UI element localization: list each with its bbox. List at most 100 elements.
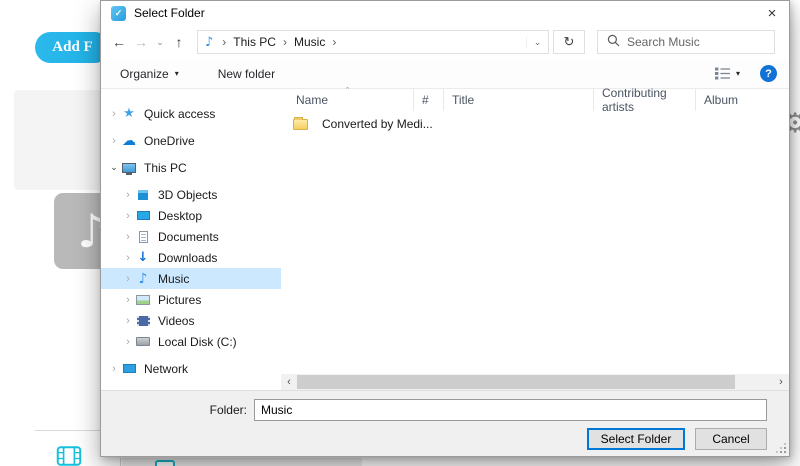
select-folder-dialog: ✓ Select Folder × ← → ⌄ ↑ ♪ › This PC › … [100, 0, 790, 457]
folder-field-label: Folder: [101, 403, 247, 417]
tree-item-documents[interactable]: › Documents [101, 226, 281, 247]
new-folder-button[interactable]: New folder [218, 67, 275, 81]
filmstrip-icon[interactable] [54, 446, 84, 466]
file-list-item-converted-folder[interactable]: Converted by Medi... [281, 114, 789, 134]
chevron-right-icon[interactable]: › [122, 273, 134, 285]
folder-name-input[interactable] [254, 399, 767, 421]
hard-disk-icon [134, 337, 152, 346]
organize-label: Organize [120, 67, 169, 81]
breadcrumb-separator-icon: › [276, 35, 294, 49]
back-button[interactable]: ← [109, 34, 129, 50]
search-input[interactable] [627, 35, 757, 49]
scrollbar-thumb[interactable] [297, 375, 735, 389]
tree-item-music[interactable]: › ♪ Music [101, 268, 281, 289]
tree-item-network[interactable]: › Network [101, 358, 281, 379]
address-bar[interactable]: ♪ › This PC › Music › ⌄ [197, 30, 549, 54]
chevron-down-icon: ▾ [175, 69, 179, 78]
file-item-label: Converted by Medi... [322, 117, 433, 131]
divider [120, 458, 121, 466]
address-dropdown-icon[interactable]: ⌄ [526, 37, 548, 48]
column-header-number[interactable]: # [414, 89, 444, 111]
tree-item-onedrive[interactable]: › ☁ OneDrive [101, 130, 281, 151]
tree-item-label: Downloads [158, 251, 217, 265]
add-files-button[interactable]: Add F [35, 32, 110, 63]
music-note-icon: ♪ [205, 35, 213, 50]
up-button[interactable]: ↑ [169, 34, 189, 50]
breadcrumb-separator-icon: › [215, 35, 233, 49]
network-icon [120, 364, 138, 373]
chevron-right-icon[interactable]: › [108, 108, 120, 120]
organize-menu[interactable]: Organize ▾ [120, 67, 179, 81]
tree-item-label: Network [144, 362, 188, 376]
app-check-icon: ✓ [111, 6, 126, 21]
sort-ascending-icon: ˆ [346, 86, 349, 96]
chevron-right-icon[interactable]: › [122, 189, 134, 201]
chevron-right-icon[interactable]: › [122, 231, 134, 243]
tree-item-label: 3D Objects [158, 188, 217, 202]
chevron-down-icon: ▾ [736, 69, 740, 78]
cancel-button[interactable]: Cancel [695, 428, 767, 450]
scroll-left-icon[interactable]: ‹ [281, 376, 297, 388]
forward-button[interactable]: → [131, 34, 151, 50]
folder-icon [291, 119, 309, 130]
column-header-album[interactable]: Album [696, 89, 791, 111]
close-icon[interactable]: × [755, 1, 789, 25]
chevron-right-icon[interactable]: › [108, 363, 120, 375]
tree-item-label: This PC [144, 161, 187, 175]
star-icon: ★ [120, 106, 138, 121]
media-thumbnail: ♪ [14, 90, 106, 190]
tree-item-quick-access[interactable]: › ★ Quick access [101, 103, 281, 124]
breadcrumb-this-pc[interactable]: This PC [233, 35, 276, 49]
tree-item-pictures[interactable]: › Pictures [101, 289, 281, 310]
navigation-bar: ← → ⌄ ↑ ♪ › This PC › Music › ⌄ ↻ [101, 25, 789, 59]
search-box [597, 30, 775, 54]
column-header-contributing-artists[interactable]: Contributing artists [594, 89, 696, 111]
breadcrumb-music[interactable]: Music [294, 35, 325, 49]
tree-item-desktop[interactable]: › Desktop [101, 205, 281, 226]
output-format-icon[interactable] [155, 460, 175, 466]
chevron-down-icon[interactable]: ⌄ [108, 162, 120, 173]
tree-item-label: Pictures [158, 293, 201, 307]
screen: Add F ♪ ⚙ ✓ Select Folder [0, 0, 800, 466]
horizontal-scrollbar[interactable]: ‹ › [281, 374, 789, 390]
scroll-right-icon[interactable]: › [773, 376, 789, 388]
scrollbar-track[interactable] [297, 374, 773, 390]
tree-item-videos[interactable]: › Videos [101, 310, 281, 331]
select-folder-button[interactable]: Select Folder [587, 428, 685, 450]
tree-item-label: OneDrive [144, 134, 195, 148]
divider [35, 430, 101, 431]
dialog-main: › ★ Quick access › ☁ OneDrive ⌄ This PC … [101, 89, 789, 390]
chevron-right-icon[interactable]: › [122, 252, 134, 264]
cloud-icon: ☁ [120, 133, 138, 149]
tree-item-downloads[interactable]: › ↓ Downloads [101, 247, 281, 268]
resize-grip[interactable] [777, 444, 787, 454]
details-view-icon [715, 67, 730, 80]
tree-item-local-disk-c[interactable]: › Local Disk (C:) [101, 331, 281, 352]
download-arrow-icon: ↓ [134, 250, 152, 265]
file-list: Name ˆ # Title Contributing artists Albu… [281, 89, 789, 390]
column-label: Album [704, 93, 738, 107]
cube-icon [134, 190, 152, 200]
history-dropdown-icon[interactable]: ⌄ [153, 37, 167, 48]
dialog-title: Select Folder [134, 6, 205, 20]
chevron-right-icon[interactable]: › [122, 336, 134, 348]
refresh-button[interactable]: ↻ [553, 30, 585, 54]
chevron-right-icon[interactable]: › [122, 315, 134, 327]
chevron-right-icon[interactable]: › [122, 210, 134, 222]
chevron-right-icon[interactable]: › [108, 135, 120, 147]
tree-item-3d-objects[interactable]: › 3D Objects [101, 184, 281, 205]
desktop-icon [134, 211, 152, 220]
column-header-title[interactable]: Title [444, 89, 594, 111]
dialog-titlebar: ✓ Select Folder × [101, 1, 789, 25]
help-button[interactable]: ? [760, 65, 777, 82]
chevron-right-icon[interactable]: › [122, 294, 134, 306]
tree-item-label: Local Disk (C:) [158, 335, 237, 349]
column-label: # [422, 93, 429, 107]
change-view-button[interactable]: ▾ [715, 67, 740, 80]
tree-item-this-pc[interactable]: ⌄ This PC [101, 157, 281, 178]
column-header-name[interactable]: Name ˆ [281, 89, 414, 111]
dialog-footer: Folder: Select Folder Cancel [101, 390, 789, 456]
folder-tree: › ★ Quick access › ☁ OneDrive ⌄ This PC … [101, 89, 281, 390]
pictures-icon [134, 295, 152, 305]
music-note-icon: ♪ [134, 271, 152, 287]
